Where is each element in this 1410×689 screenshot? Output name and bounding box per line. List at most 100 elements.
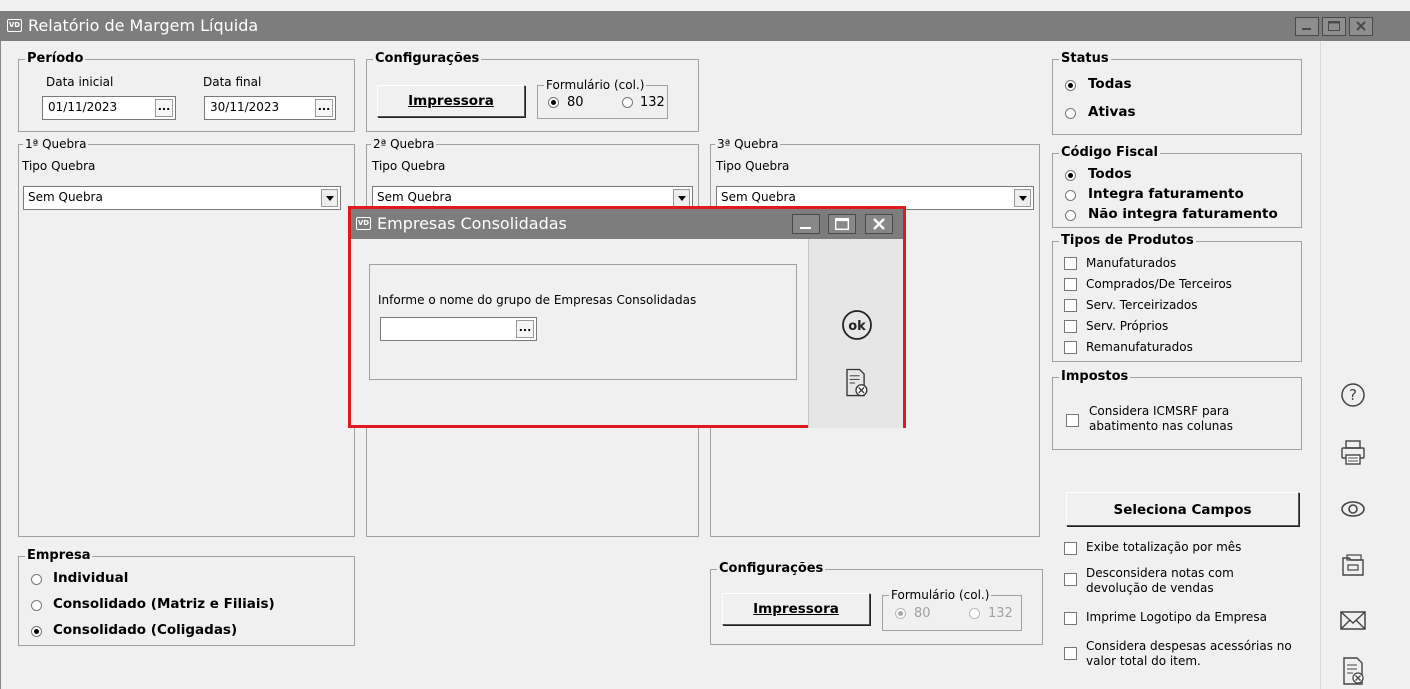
empresa-coligadas-label: Consolidado (Coligadas) xyxy=(53,622,238,638)
status-group: Status xyxy=(1052,51,1302,135)
help-icon[interactable]: ? xyxy=(1333,378,1373,412)
impressora-button-label: Impressora xyxy=(408,93,494,109)
config-top-legend: Configurações xyxy=(373,51,482,67)
impressora-button[interactable]: Impressora xyxy=(377,85,525,117)
email-icon[interactable] xyxy=(1333,604,1373,638)
seleciona-campos-button[interactable]: Seleciona Campos xyxy=(1066,492,1299,526)
data-final-field[interactable]: 30/11/2023 ... xyxy=(204,96,336,120)
despesas-acessorias-label: Considera despesas acessórias no valor t… xyxy=(1086,639,1292,668)
window-title: Relatório de Margem Líquida xyxy=(28,16,259,35)
quebra-2-tipo-label: Tipo Quebra xyxy=(372,159,446,173)
icmsrf-label: Considera ICMSRF para abatimento nas col… xyxy=(1089,404,1234,433)
chevron-down-icon[interactable] xyxy=(1014,189,1031,207)
quebra-3-legend: 3ª Quebra xyxy=(715,136,781,152)
form-bottom-132-label: 132 xyxy=(988,606,1013,621)
grupo-empresas-field[interactable]: ... xyxy=(380,317,537,341)
empresa-legend: Empresa xyxy=(25,548,93,564)
impressora-bottom-button[interactable]: Impressora xyxy=(722,593,870,625)
dialog-maximize-button[interactable] xyxy=(828,214,856,234)
dialog-titlebar: VD Empresas Consolidadas xyxy=(351,209,903,239)
exibe-totalizacao-checkbox[interactable] xyxy=(1064,542,1077,555)
grupo-empresas-lookup-button[interactable]: ... xyxy=(516,320,534,338)
form-top-132-label: 132 xyxy=(640,95,665,110)
ok-label: ok xyxy=(848,319,866,334)
cf-integra-radio[interactable] xyxy=(1065,190,1076,201)
desconsidera-notas-label: Desconsidera notas com devolução de vend… xyxy=(1086,566,1234,595)
status-ativas-radio[interactable] xyxy=(1065,108,1076,119)
minimize-button[interactable] xyxy=(1295,17,1319,36)
quebra-1-value: Sem Quebra xyxy=(28,190,103,204)
cf-nao-integra-label: Não integra faturamento xyxy=(1088,206,1278,222)
periodo-legend: Período xyxy=(25,51,86,67)
close-icon xyxy=(1356,21,1366,31)
status-todas-radio[interactable] xyxy=(1065,80,1076,91)
tp-serv-terceirizados-label: Serv. Terceirizados xyxy=(1086,298,1198,312)
config-bottom-legend: Configurações xyxy=(717,561,826,577)
codigo-fiscal-legend: Código Fiscal xyxy=(1059,145,1161,161)
quebra-1-tipo-label: Tipo Quebra xyxy=(22,159,96,173)
cf-todos-radio[interactable] xyxy=(1065,170,1076,181)
formulario-bottom-legend: Formulário (col.) xyxy=(889,587,992,603)
empresa-coligadas-radio[interactable] xyxy=(31,626,42,637)
tp-manufaturados-checkbox[interactable] xyxy=(1064,257,1077,270)
data-final-picker-button[interactable]: ... xyxy=(315,99,333,117)
status-todas-label: Todas xyxy=(1088,76,1132,92)
quebra-3-tipo-label: Tipo Quebra xyxy=(716,159,790,173)
close-report-icon[interactable] xyxy=(1333,654,1373,688)
dialog-title: Empresas Consolidadas xyxy=(377,214,567,233)
tipos-produtos-legend: Tipos de Produtos xyxy=(1059,233,1196,249)
cf-integra-label: Integra faturamento xyxy=(1088,186,1244,202)
preview-icon[interactable] xyxy=(1333,492,1373,526)
data-inicial-picker-button[interactable]: ... xyxy=(155,99,173,117)
maximize-icon xyxy=(835,218,849,230)
dialog-side-toolbar: ok xyxy=(808,239,903,428)
empresa-individual-label: Individual xyxy=(53,570,129,586)
chevron-down-icon[interactable] xyxy=(673,189,690,207)
exibe-totalizacao-label: Exibe totalização por mês xyxy=(1086,540,1242,554)
quebra-1-legend: 1ª Quebra xyxy=(23,136,89,152)
empresa-individual-radio[interactable] xyxy=(31,574,42,585)
dialog-close-button[interactable] xyxy=(865,214,893,234)
cf-todos-label: Todos xyxy=(1088,166,1132,182)
icmsrf-checkbox[interactable] xyxy=(1066,414,1079,427)
imprime-logotipo-checkbox[interactable] xyxy=(1064,612,1077,625)
data-inicial-label: Data inicial xyxy=(46,75,114,89)
svg-text:?: ? xyxy=(1349,386,1357,404)
quebra-2-value: Sem Quebra xyxy=(377,190,452,204)
tp-serv-proprios-checkbox[interactable] xyxy=(1064,320,1077,333)
cf-nao-integra-radio[interactable] xyxy=(1065,210,1076,221)
form-bottom-132-radio[interactable] xyxy=(969,608,980,619)
window-titlebar: VD Relatório de Margem Líquida xyxy=(0,11,1410,41)
dialog-minimize-button[interactable] xyxy=(792,214,820,234)
form-bottom-80-label: 80 xyxy=(914,606,931,621)
ok-icon[interactable]: ok xyxy=(840,308,874,342)
empresa-matriz-filiais-radio[interactable] xyxy=(31,600,42,611)
dialog-app-icon: VD xyxy=(356,217,371,230)
minimize-icon xyxy=(1302,28,1311,30)
form-top-132-radio[interactable] xyxy=(622,97,633,108)
data-final-value: 30/11/2023 xyxy=(210,100,280,114)
tp-remanufaturados-label: Remanufaturados xyxy=(1086,340,1193,354)
form-bottom-80-radio[interactable] xyxy=(895,608,906,619)
form-top-80-radio[interactable] xyxy=(548,97,559,108)
tp-comprados-checkbox[interactable] xyxy=(1064,278,1077,291)
tp-manufaturados-label: Manufaturados xyxy=(1086,256,1177,270)
desconsidera-notas-checkbox[interactable] xyxy=(1064,573,1077,586)
status-legend: Status xyxy=(1059,51,1111,67)
formulario-top-legend: Formulário (col.) xyxy=(544,77,647,93)
print-icon[interactable] xyxy=(1333,436,1373,470)
close-button[interactable] xyxy=(1349,17,1373,36)
cancel-icon[interactable] xyxy=(838,365,874,401)
despesas-acessorias-checkbox[interactable] xyxy=(1064,647,1077,660)
quebra-1-select[interactable]: Sem Quebra xyxy=(23,186,341,210)
export-icon[interactable] xyxy=(1333,548,1373,582)
tp-serv-terceirizados-checkbox[interactable] xyxy=(1064,299,1077,312)
chevron-down-icon[interactable] xyxy=(321,189,338,207)
data-final-label: Data final xyxy=(203,75,262,89)
maximize-button[interactable] xyxy=(1322,17,1346,36)
tp-remanufaturados-checkbox[interactable] xyxy=(1064,341,1077,354)
data-inicial-field[interactable]: 01/11/2023 ... xyxy=(42,96,176,120)
dialog-prompt: Informe o nome do grupo de Empresas Cons… xyxy=(378,293,697,307)
status-ativas-label: Ativas xyxy=(1088,104,1136,120)
empresas-consolidadas-dialog: VD Empresas Consolidadas Informe o nome … xyxy=(348,206,906,428)
